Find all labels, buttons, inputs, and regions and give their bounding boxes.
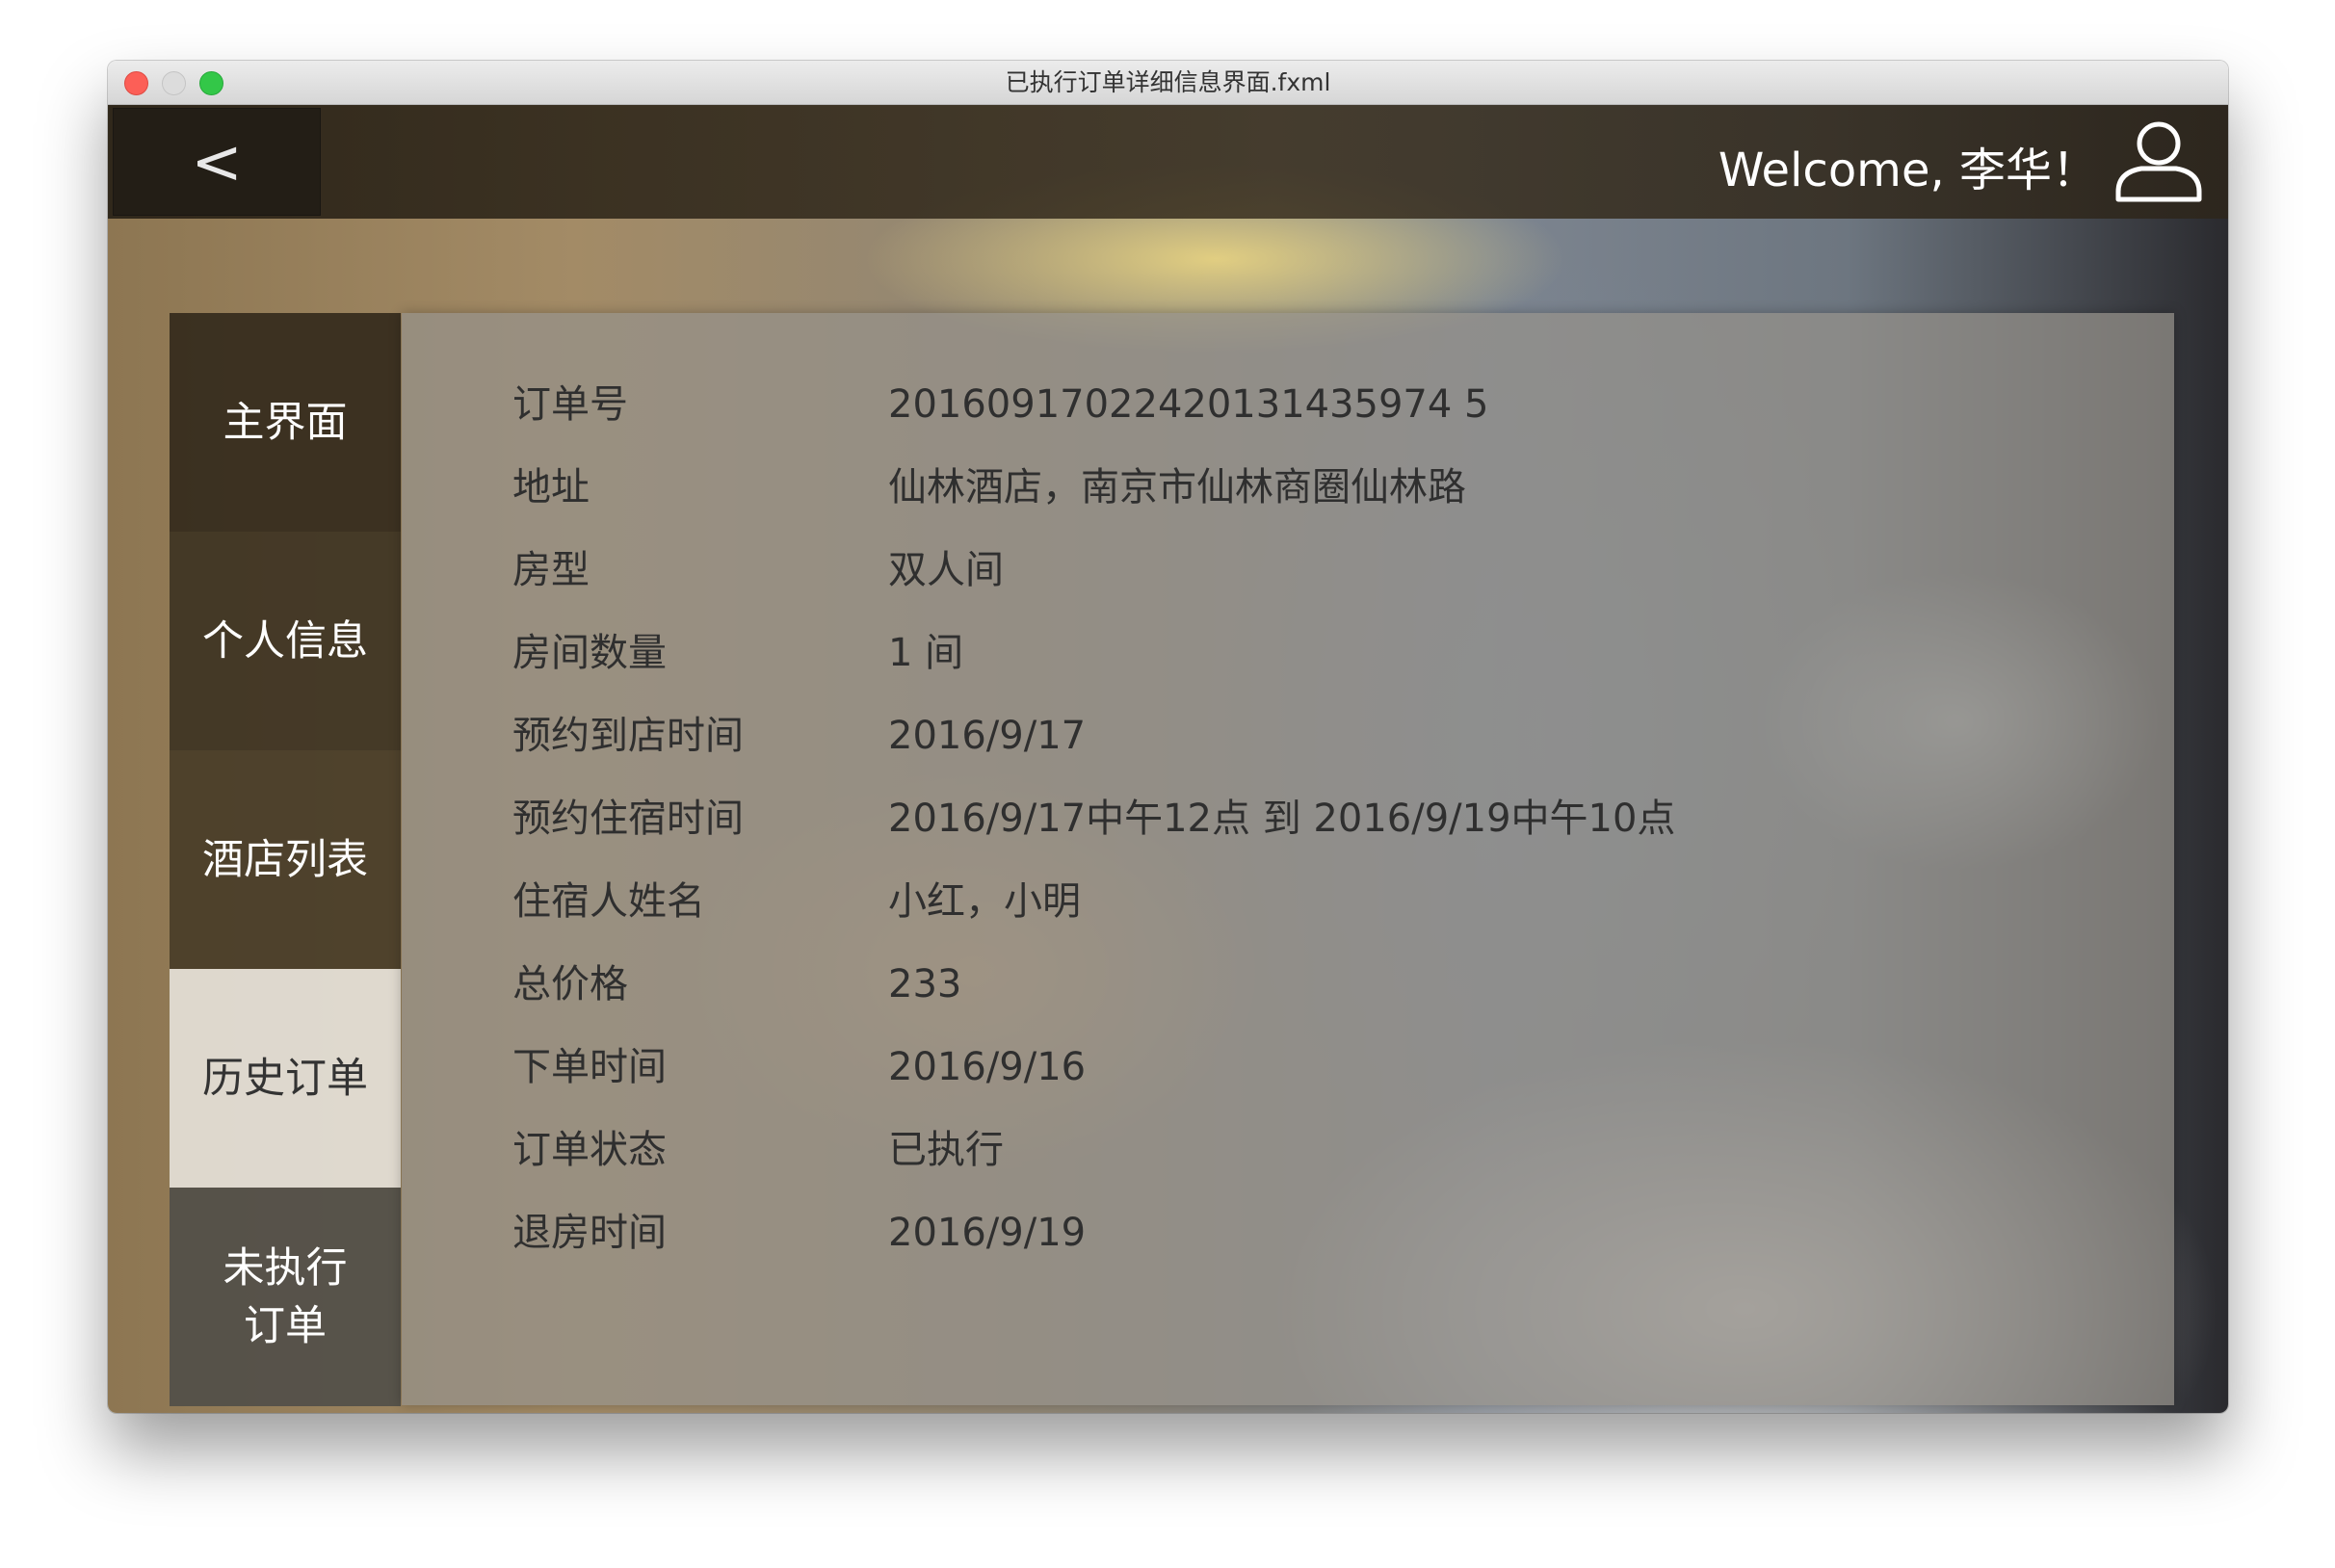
detail-label: 下单时间 bbox=[512, 1045, 667, 1089]
sidebar-item-profile[interactable]: 个人信息 bbox=[170, 532, 401, 750]
app-window: 已执行订单详细信息界面.fxml < Welcome, 李华！ 主界面 个人信息… bbox=[108, 61, 2228, 1413]
detail-row-stay-period: 预约住宿时间 2016/9/17中午12点 到 2016/9/19中午10点 bbox=[402, 777, 2174, 860]
app-content: < Welcome, 李华！ 主界面 个人信息 酒店列表 历史订单 未执行 订单… bbox=[108, 105, 2228, 1413]
sidebar-item-hotel-list[interactable]: 酒店列表 bbox=[170, 750, 401, 969]
detail-label: 住宿人姓名 bbox=[512, 879, 705, 924]
detail-label: 退房时间 bbox=[512, 1211, 667, 1255]
order-detail-panel: 订单号 20160917022420131435974 5 地址 仙林酒店，南京… bbox=[402, 313, 2174, 1405]
detail-row-room-type: 房型 双人间 bbox=[402, 529, 2174, 612]
detail-label: 预约住宿时间 bbox=[512, 797, 744, 841]
detail-value: 2016/9/16 bbox=[888, 1045, 1087, 1089]
detail-value: 小红，小明 bbox=[888, 879, 1081, 924]
detail-row-order-id: 订单号 20160917022420131435974 5 bbox=[402, 363, 2174, 446]
detail-label: 地址 bbox=[512, 465, 590, 510]
detail-row-room-count: 房间数量 1 间 bbox=[402, 612, 2174, 694]
detail-row-arrival-time: 预约到店时间 2016/9/17 bbox=[402, 694, 2174, 777]
detail-row-guest-names: 住宿人姓名 小红，小明 bbox=[402, 860, 2174, 943]
detail-value: 2016/9/17 bbox=[888, 714, 1087, 758]
detail-label: 订单状态 bbox=[512, 1128, 667, 1172]
detail-value: 2016/9/19 bbox=[888, 1211, 1087, 1255]
detail-value: 20160917022420131435974 5 bbox=[888, 382, 1489, 427]
detail-row-order-status: 订单状态 已执行 bbox=[402, 1109, 2174, 1191]
sidebar-nav: 主界面 个人信息 酒店列表 历史订单 未执行 订单 bbox=[170, 313, 401, 1406]
detail-value: 双人间 bbox=[888, 548, 1004, 592]
detail-value: 2016/9/17中午12点 到 2016/9/19中午10点 bbox=[888, 797, 1676, 841]
sidebar-item-history-orders[interactable]: 历史订单 bbox=[170, 969, 401, 1188]
detail-label: 总价格 bbox=[512, 962, 628, 1006]
detail-label: 预约到店时间 bbox=[512, 714, 744, 758]
detail-value: 1 间 bbox=[888, 631, 964, 675]
detail-row-checkout-time: 退房时间 2016/9/19 bbox=[402, 1191, 2174, 1274]
detail-row-order-time: 下单时间 2016/9/16 bbox=[402, 1026, 2174, 1109]
sidebar-item-pending-orders[interactable]: 未执行 订单 bbox=[170, 1188, 401, 1406]
detail-value: 233 bbox=[888, 962, 962, 1006]
welcome-message: Welcome, 李华！ bbox=[1718, 144, 2098, 197]
window-title: 已执行订单详细信息界面.fxml bbox=[1005, 68, 1331, 96]
detail-label: 订单号 bbox=[512, 382, 628, 427]
top-bar: < Welcome, 李华！ bbox=[108, 105, 2228, 219]
detail-label: 房间数量 bbox=[512, 631, 667, 675]
user-icon[interactable] bbox=[2112, 118, 2205, 205]
sidebar-item-main[interactable]: 主界面 bbox=[170, 313, 401, 532]
detail-label: 房型 bbox=[512, 548, 590, 592]
title-bar[interactable]: 已执行订单详细信息界面.fxml bbox=[108, 61, 2228, 105]
back-button[interactable]: < bbox=[113, 108, 321, 216]
detail-row-address: 地址 仙林酒店，南京市仙林商圈仙林路 bbox=[402, 446, 2174, 529]
detail-value: 已执行 bbox=[888, 1128, 1004, 1172]
detail-row-total-price: 总价格 233 bbox=[402, 943, 2174, 1026]
detail-value: 仙林酒店，南京市仙林商圈仙林路 bbox=[888, 465, 1466, 510]
